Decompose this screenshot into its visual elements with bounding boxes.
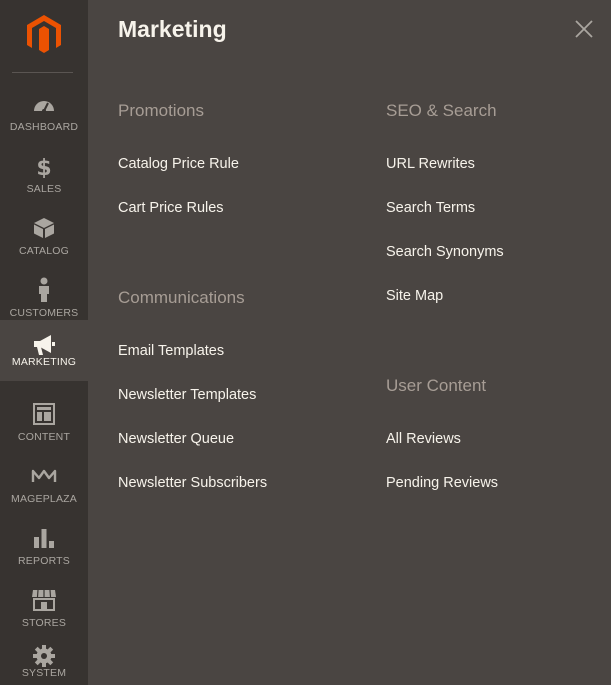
sidebar-item-label: CONTENT xyxy=(17,431,71,443)
sidebar-item-label: REPORTS xyxy=(18,555,70,567)
person-icon xyxy=(0,277,88,303)
megaphone-icon xyxy=(0,332,88,358)
sidebar-item-system[interactable]: SYSTEM xyxy=(0,641,88,685)
sidebar-item-label: MARKETING xyxy=(11,356,77,368)
dollar-icon: $ xyxy=(0,153,88,179)
menu-link-newsletter-queue[interactable]: Newsletter Queue xyxy=(118,431,234,447)
layout-icon xyxy=(0,401,88,427)
menu-link-site-map[interactable]: Site Map xyxy=(386,288,443,304)
marketing-menu-panel: Marketing Promotions Catalog Price Rule … xyxy=(88,0,611,685)
storefront-icon xyxy=(0,587,88,613)
sidebar-item-mageplaza[interactable]: MAGEPLAZA xyxy=(0,455,88,517)
sidebar-item-reports[interactable]: REPORTS xyxy=(0,517,88,579)
admin-root: DASHBOARD $ SALES CATALOG CUSTOMERS MARK… xyxy=(0,0,611,685)
menu-link-search-synonyms[interactable]: Search Synonyms xyxy=(386,244,504,260)
sidebar-item-label: SALES xyxy=(26,183,62,195)
panel-title: Marketing xyxy=(118,16,227,42)
close-button[interactable] xyxy=(573,18,595,40)
close-icon xyxy=(575,20,593,38)
dashboard-gauge-icon xyxy=(0,91,88,117)
section-title-communications: Communications xyxy=(118,288,245,307)
svg-text:$: $ xyxy=(36,156,51,178)
section-title-promotions: Promotions xyxy=(118,101,204,120)
admin-sidebar: DASHBOARD $ SALES CATALOG CUSTOMERS MARK… xyxy=(0,0,88,685)
magento-logo[interactable] xyxy=(0,0,88,72)
bar-chart-icon xyxy=(0,525,88,551)
sidebar-item-label: MAGEPLAZA xyxy=(11,493,77,505)
sidebar-item-label: CUSTOMERS xyxy=(9,307,79,319)
gear-icon xyxy=(0,643,88,669)
sidebar-item-label: CATALOG xyxy=(18,245,70,257)
sidebar-item-dashboard[interactable]: DASHBOARD xyxy=(0,83,88,145)
menu-link-pending-reviews[interactable]: Pending Reviews xyxy=(386,475,498,491)
sidebar-item-sales[interactable]: $ SALES xyxy=(0,145,88,207)
section-title-user-content: User Content xyxy=(386,376,487,395)
menu-link-search-terms[interactable]: Search Terms xyxy=(386,200,475,216)
menu-link-all-reviews[interactable]: All Reviews xyxy=(386,431,461,447)
sidebar-item-stores[interactable]: STORES xyxy=(0,579,88,641)
magento-logo-icon xyxy=(27,15,61,53)
menu-link-cart-price-rules[interactable]: Cart Price Rules xyxy=(118,200,224,216)
sidebar-item-label: DASHBOARD xyxy=(9,121,79,133)
menu-link-email-templates[interactable]: Email Templates xyxy=(118,343,224,359)
menu-link-newsletter-templates[interactable]: Newsletter Templates xyxy=(118,387,256,403)
section-title-seo-search: SEO & Search xyxy=(386,101,497,120)
menu-link-newsletter-subscribers[interactable]: Newsletter Subscribers xyxy=(118,475,267,491)
sidebar-item-catalog[interactable]: CATALOG xyxy=(0,207,88,269)
menu-link-catalog-price-rule[interactable]: Catalog Price Rule xyxy=(118,156,239,172)
sidebar-item-content[interactable]: CONTENT xyxy=(0,393,88,455)
box-icon xyxy=(0,215,88,241)
logo-divider xyxy=(12,72,73,73)
sidebar-item-label: SYSTEM xyxy=(21,667,67,679)
sidebar-item-marketing[interactable]: MARKETING xyxy=(0,320,88,381)
menu-link-url-rewrites[interactable]: URL Rewrites xyxy=(386,156,475,172)
mageplaza-icon xyxy=(0,463,88,489)
sidebar-item-label: STORES xyxy=(21,617,67,629)
